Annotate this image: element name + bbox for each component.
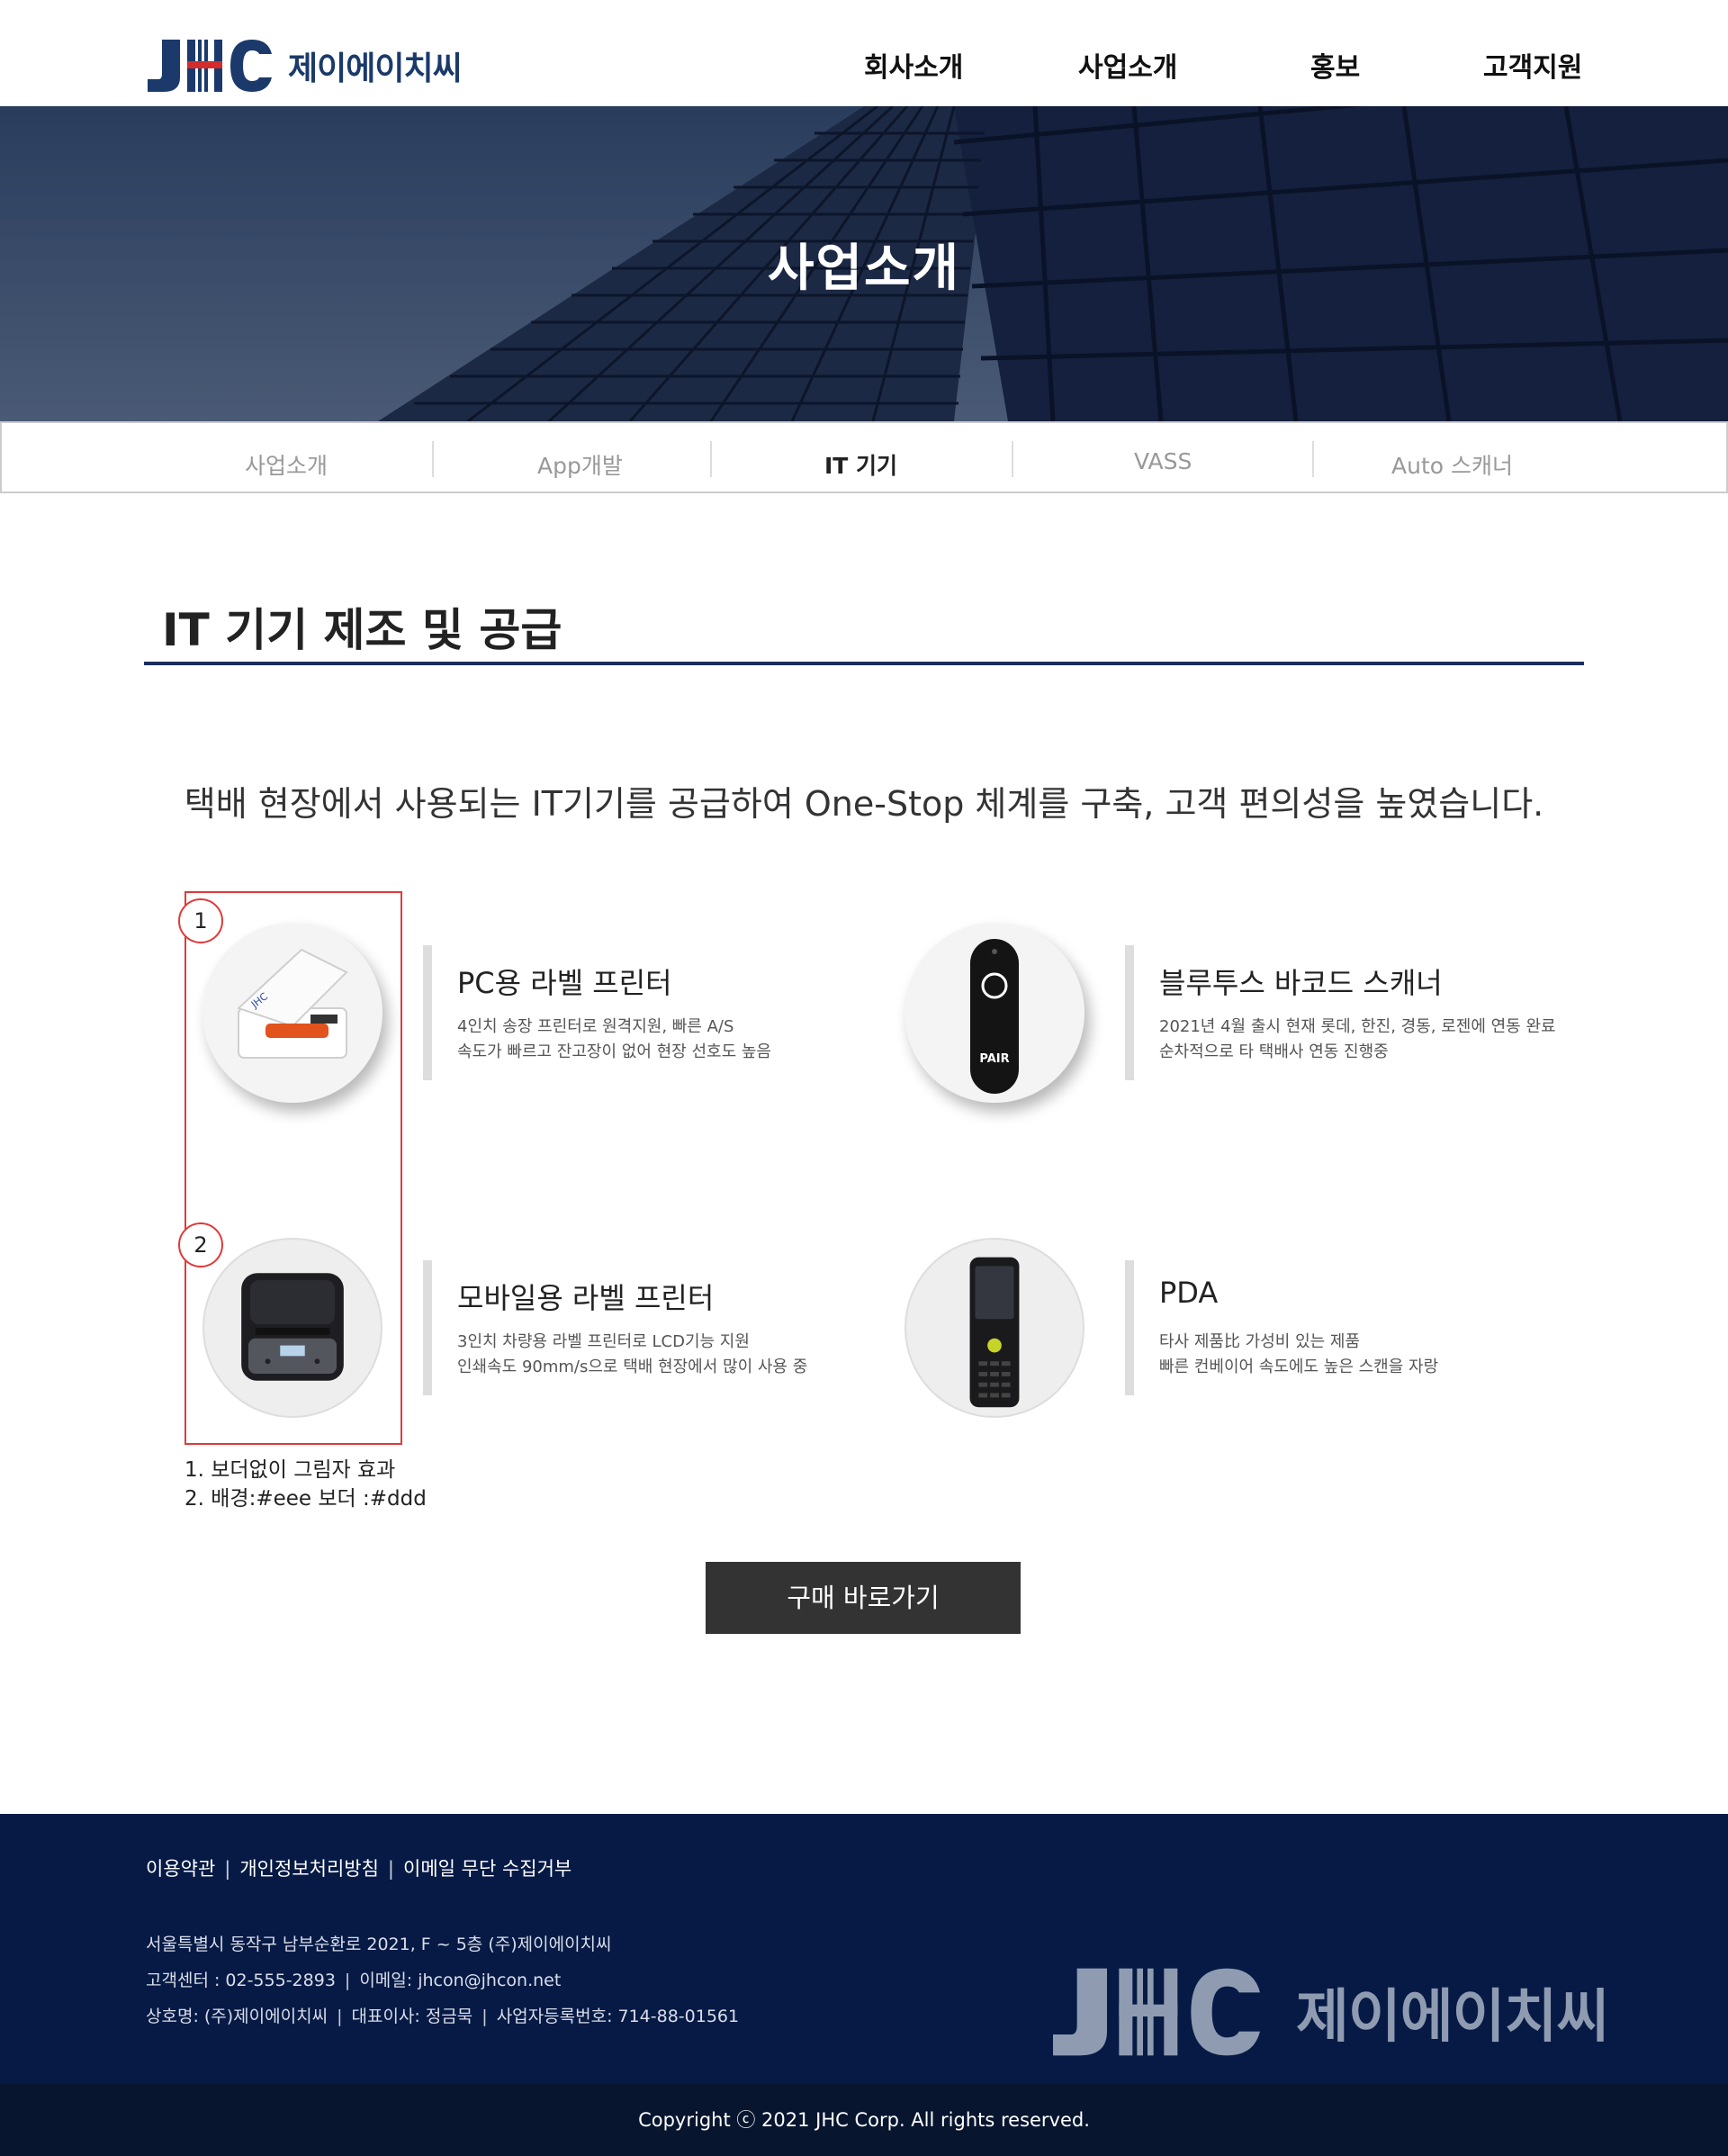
annotation-notes: 1. 보더없이 그림자 효과 2. 배경:#eee 보더 :#ddd: [184, 1456, 427, 1513]
nav-item-company[interactable]: 회사소개: [864, 45, 963, 85]
footer-business-number: 사업자등록번호: 714-88-01561: [496, 2007, 740, 2026]
product-divider-bar: [423, 945, 432, 1080]
product-divider-bar: [1125, 945, 1134, 1080]
product-description: 3인치 차량용 라벨 프린터로 LCD기능 지원 인쇄속도 90mm/s으로 택…: [457, 1330, 807, 1380]
product-desc-line: 속도가 빠르고 잔고장이 없어 현장 선호도 높음: [457, 1042, 771, 1061]
barcode-scanner-icon: PAIR: [970, 939, 1019, 1094]
product-card-pda: PDA 타사 제품比 가성비 있는 제품 빠른 컨베이어 속도에도 높은 스캔을…: [904, 1238, 1588, 1436]
product-desc-line: 4인치 송장 프린터로 원격지원, 빠른 A/S: [457, 1017, 734, 1036]
subnav-item-auto-scanner[interactable]: Auto 스캐너: [1391, 448, 1513, 481]
annotation-number-2: 2: [178, 1222, 223, 1267]
product-divider-bar: [1125, 1260, 1134, 1395]
product-name: PDA: [1159, 1276, 1219, 1310]
footer-logo: 제이에이치씨: [1044, 1962, 1609, 2061]
banner-title: 사업소개: [767, 239, 961, 298]
device-pair-label: PAIR: [979, 1052, 1009, 1066]
product-description: 2021년 4월 출시 현재 롯데, 한진, 경동, 로젠에 연동 완료 순차적…: [1159, 1015, 1556, 1065]
footer-company-name: 상호명: (주)제이에이치씨: [146, 2007, 328, 2026]
subnav-item-it-device[interactable]: IT 기기: [824, 448, 897, 481]
product-desc-line: 타사 제품比 가성비 있는 제품: [1159, 1332, 1361, 1351]
subnav-divider: [1312, 441, 1314, 477]
subnav-divider: [432, 441, 434, 477]
product-desc-line: 빠른 컨베이어 속도에도 높은 스캔을 자랑: [1159, 1358, 1439, 1376]
subnav-item-vass[interactable]: VASS: [1134, 448, 1192, 474]
footer-company-info: 상호명: (주)제이에이치씨 | 대표이사: 정금묵 | 사업자등록번호: 714-88…: [146, 2003, 739, 2027]
product-name: PC용 라벨 프린터: [457, 966, 672, 1000]
product-image: PAIR: [904, 923, 1084, 1103]
annotation-note: 2. 배경:#eee 보더 :#ddd: [184, 1487, 427, 1511]
section-lead: 택배 현장에서 사용되는 IT기기를 공급하여 One-Stop 체계를 구축,…: [184, 784, 1544, 824]
product-card-bluetooth-scanner: PAIR 블루투스 바코드 스캐너 2021년 4월 출시 현재 롯데, 한진,…: [904, 923, 1588, 1121]
subnav-divider: [710, 441, 712, 477]
annotation-note: 1. 보더없이 그림자 효과: [184, 1458, 396, 1482]
footer-link-terms[interactable]: 이용약관: [146, 1858, 215, 1880]
pda-icon: [969, 1257, 1020, 1408]
annotation-highlight-box: [184, 891, 402, 1445]
footer-ceo: 대표이사: 정금묵: [351, 2007, 473, 2026]
product-desc-line: 3인치 차량용 라벨 프린터로 LCD기능 지원: [457, 1332, 750, 1351]
copyright-bar: Copyright ⓒ 2021 JHC Corp. All rights re…: [0, 2084, 1728, 2156]
product-divider-bar: [423, 1260, 432, 1395]
footer-separator: |: [387, 1858, 394, 1880]
footer-address: 서울특별시 동작구 남부순환로 2021, F ~ 5층 (주)제이에이치씨: [146, 1935, 612, 1954]
subnav-divider: [1012, 441, 1013, 477]
footer-separator: |: [224, 1858, 231, 1880]
footer-link-privacy[interactable]: 개인정보처리방침: [239, 1858, 379, 1880]
footer-separator: |: [482, 2007, 488, 2026]
page-title: IT 기기 제조 및 공급: [162, 604, 562, 656]
site-footer: 이용약관 | 개인정보처리방침 | 이메일 무단 수집거부 서울특별시 동작구 남부순환…: [0, 1814, 1728, 2084]
subnav-item-app[interactable]: App개발: [537, 448, 623, 481]
footer-logo-text: 제이에이치씨: [1296, 1984, 1609, 2051]
footer-separator: |: [344, 1971, 351, 1990]
nav-item-business[interactable]: 사업소개: [1078, 45, 1177, 85]
footer-phone: 고객센터 : 02-555-2893: [146, 1971, 336, 1990]
nav-item-support[interactable]: 고객지원: [1483, 45, 1582, 85]
footer-separator: |: [337, 2007, 343, 2026]
product-desc-line: 순차적으로 타 택배사 연동 진행중: [1159, 1042, 1389, 1061]
title-underline: [144, 662, 1584, 665]
product-description: 타사 제품比 가성비 있는 제품 빠른 컨베이어 속도에도 높은 스캔을 자랑: [1159, 1330, 1438, 1380]
footer-link-email-policy[interactable]: 이메일 무단 수집거부: [403, 1858, 572, 1880]
annotation-number-1: 1: [178, 898, 223, 943]
product-description: 4인치 송장 프린터로 원격지원, 빠른 A/S 속도가 빠르고 잔고장이 없어…: [457, 1015, 771, 1065]
site-header: 제이에이치씨 회사소개 사업소개 홍보 고객지원: [0, 0, 1728, 106]
jhc-logo-icon: [1053, 1968, 1260, 2056]
product-name: 블루투스 바코드 스캐너: [1159, 966, 1443, 1000]
subnav-item-business[interactable]: 사업소개: [245, 448, 328, 481]
footer-email: 이메일: jhcon@jhcon.net: [359, 1971, 562, 1990]
main-nav: 회사소개 사업소개 홍보 고객지원: [0, 45, 1728, 90]
product-name: 모바일용 라벨 프린터: [457, 1281, 715, 1315]
footer-links: 이용약관 | 개인정보처리방침 | 이메일 무단 수집거부: [146, 1854, 572, 1881]
buy-shortcut-button[interactable]: 구매 바로가기: [706, 1562, 1021, 1634]
product-desc-line: 2021년 4월 출시 현재 롯데, 한진, 경동, 로젠에 연동 완료: [1159, 1017, 1556, 1036]
product-desc-line: 인쇄속도 90mm/s으로 택배 현장에서 많이 사용 중: [457, 1358, 808, 1376]
page-banner: 사업소개: [0, 106, 1728, 421]
nav-item-pr[interactable]: 홍보: [1310, 45, 1360, 85]
sub-nav: 사업소개 App개발 IT 기기 VASS Auto 스캐너: [0, 421, 1728, 493]
product-image: [904, 1238, 1084, 1418]
footer-contact: 고객센터 : 02-555-2893 | 이메일: jhcon@jhcon.net: [146, 1967, 561, 1991]
